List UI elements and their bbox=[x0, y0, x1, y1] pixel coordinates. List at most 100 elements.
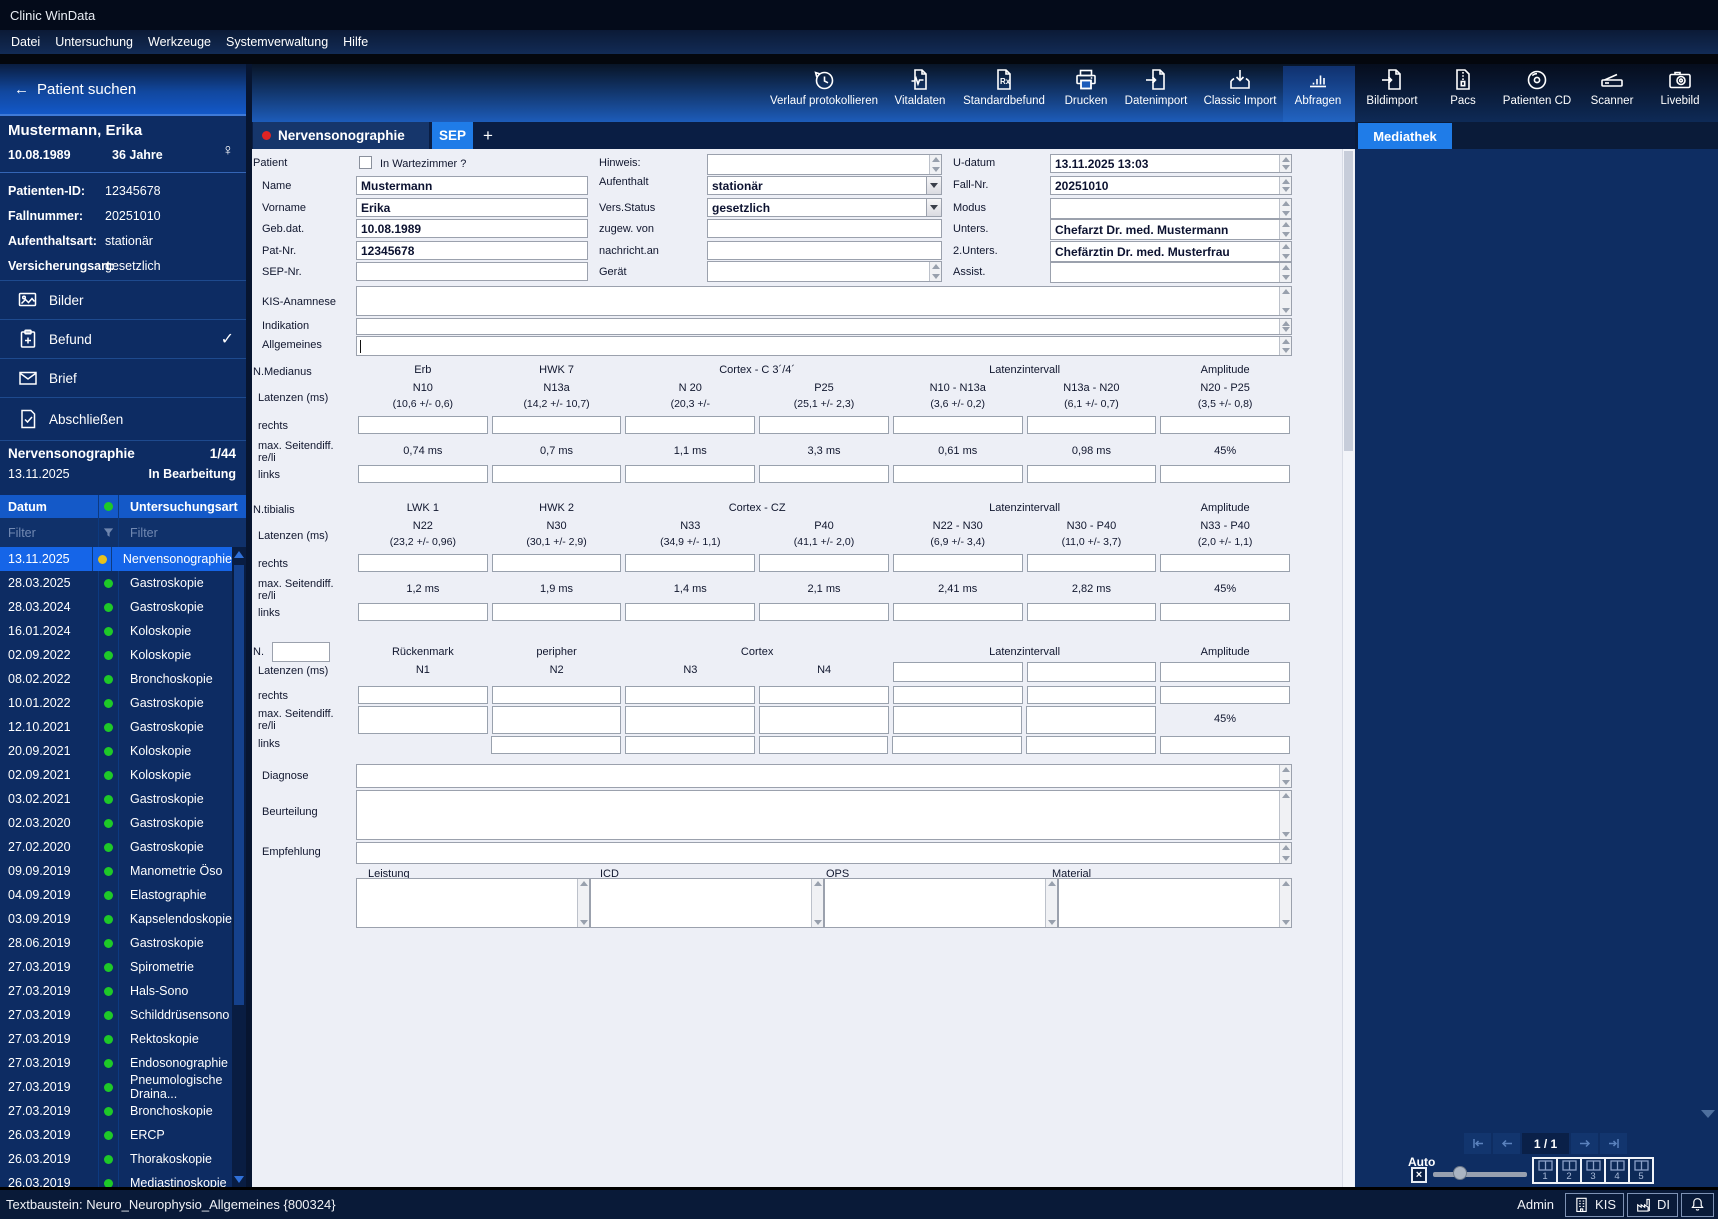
filter-date-input[interactable]: Filter bbox=[0, 518, 99, 547]
nerve-name-input[interactable] bbox=[272, 642, 330, 662]
scroll-up-icon[interactable] bbox=[234, 551, 244, 558]
value-input[interactable] bbox=[358, 554, 488, 572]
exam-list-scrollbar[interactable] bbox=[232, 547, 246, 1187]
prev-page-button[interactable] bbox=[1493, 1133, 1520, 1154]
value-input[interactable] bbox=[892, 706, 1023, 734]
value-input[interactable] bbox=[358, 465, 488, 483]
menu-item[interactable]: Datei bbox=[8, 33, 43, 51]
livebild-button[interactable]: Livebild bbox=[1632, 67, 1718, 107]
exam-list-row[interactable]: 28.06.2019 Gastroskopie bbox=[0, 931, 232, 955]
value-input[interactable] bbox=[491, 603, 622, 621]
exam-list-row[interactable]: 04.09.2019 Elastographie bbox=[0, 883, 232, 907]
value-input[interactable] bbox=[759, 554, 889, 572]
value-input[interactable] bbox=[358, 686, 488, 704]
scrollbar-control[interactable] bbox=[811, 879, 823, 927]
exam-list-row[interactable]: 13.11.2025 Nervensonographie bbox=[0, 547, 232, 571]
zoom-slider-track[interactable] bbox=[1433, 1172, 1527, 1177]
modus-field[interactable] bbox=[1050, 198, 1292, 219]
sidebar-item-befund[interactable]: Befund ✓ bbox=[0, 319, 246, 358]
value-input[interactable] bbox=[1026, 603, 1157, 621]
spin-up-icon[interactable] bbox=[931, 157, 940, 162]
exam-list-row[interactable]: 27.03.2019 Pneumologische Draina... bbox=[0, 1073, 232, 1101]
di-button[interactable]: DI bbox=[1627, 1192, 1678, 1217]
layout-thumbnail-button[interactable]: 1 bbox=[1534, 1159, 1558, 1182]
spinner-control[interactable] bbox=[1279, 765, 1291, 787]
value-input[interactable] bbox=[625, 465, 756, 483]
scrollbar-control[interactable] bbox=[1045, 879, 1057, 927]
exam-list-row[interactable]: 28.03.2025 Gastroskopie bbox=[0, 571, 232, 595]
value-input[interactable] bbox=[892, 416, 1023, 434]
exam-list-row[interactable]: 26.03.2019 Mediastinoskopie bbox=[0, 1171, 232, 1187]
ops-field[interactable] bbox=[824, 878, 1058, 928]
value-input[interactable] bbox=[624, 736, 755, 754]
exam-list-row[interactable]: 27.03.2019 Schilddrüsensono bbox=[0, 1003, 232, 1027]
exam-list-row[interactable]: 03.09.2019 Kapselendoskopie bbox=[0, 907, 232, 931]
value-input[interactable] bbox=[892, 686, 1023, 704]
spinner-control[interactable] bbox=[1279, 177, 1291, 194]
first-page-button[interactable] bbox=[1464, 1133, 1491, 1154]
sidebar-item-abschliessen[interactable]: Abschließen bbox=[0, 397, 246, 440]
exam-list-row[interactable]: 02.09.2022 Koloskopie bbox=[0, 643, 232, 667]
empfehlung-field[interactable] bbox=[356, 842, 1292, 864]
column-header-datum[interactable]: Datum bbox=[0, 495, 99, 518]
tab-sep[interactable]: SEP bbox=[432, 122, 473, 149]
value-input[interactable] bbox=[491, 686, 622, 704]
exam-list-row[interactable]: 03.02.2021 Gastroskopie bbox=[0, 787, 232, 811]
exam-list-row[interactable]: 09.09.2019 Manometrie Öso bbox=[0, 859, 232, 883]
spinner-control[interactable] bbox=[1279, 843, 1291, 863]
zugewvon-field[interactable] bbox=[707, 219, 942, 238]
spinner-control[interactable] bbox=[1279, 287, 1291, 315]
verlauf-protokollieren-button[interactable]: Verlauf protokollieren bbox=[759, 67, 889, 107]
scrollbar-control[interactable] bbox=[1279, 879, 1291, 927]
value-input[interactable] bbox=[1026, 416, 1157, 434]
gebdat-field[interactable]: 10.08.1989 bbox=[356, 219, 588, 238]
column-header-untersuchungsart[interactable]: Untersuchungsart bbox=[119, 500, 246, 514]
allgemeines-field[interactable] bbox=[356, 336, 1292, 356]
value-input[interactable] bbox=[1160, 416, 1290, 434]
tab-mediathek[interactable]: Mediathek bbox=[1358, 123, 1452, 149]
exam-list-row[interactable]: 27.03.2019 Bronchoskopie bbox=[0, 1099, 232, 1123]
spinner-control[interactable] bbox=[1279, 220, 1291, 239]
menu-item[interactable]: Untersuchung bbox=[52, 33, 136, 51]
patient-suchen-button[interactable]: ← Patient suchen bbox=[0, 64, 246, 116]
sepnr-field[interactable] bbox=[356, 262, 588, 281]
exam-list-row[interactable]: 20.09.2021 Koloskopie bbox=[0, 739, 232, 763]
value-input[interactable] bbox=[491, 736, 621, 754]
dropdown-arrow-icon[interactable] bbox=[926, 177, 941, 194]
spin-down-icon[interactable] bbox=[931, 167, 940, 172]
datenimport-button[interactable]: Datenimport bbox=[1108, 67, 1204, 107]
value-input[interactable] bbox=[1026, 554, 1157, 572]
value-input[interactable] bbox=[892, 554, 1023, 572]
value-input[interactable] bbox=[759, 706, 889, 734]
value-input[interactable] bbox=[491, 706, 622, 734]
kis-anamnese-field[interactable] bbox=[356, 286, 1292, 316]
wartezimmer-checkbox[interactable] bbox=[359, 156, 372, 169]
exam-list-row[interactable]: 02.03.2020 Gastroskopie bbox=[0, 811, 232, 835]
exam-list-row[interactable]: 27.03.2019 Spirometrie bbox=[0, 955, 232, 979]
spinner-control[interactable] bbox=[1279, 242, 1291, 261]
value-input[interactable] bbox=[625, 554, 756, 572]
assist-field[interactable] bbox=[1050, 262, 1292, 283]
value-input[interactable] bbox=[759, 686, 889, 704]
value-input[interactable] bbox=[1026, 686, 1157, 704]
exam-list-row[interactable]: 26.03.2019 ERCP bbox=[0, 1123, 232, 1147]
value-input[interactable] bbox=[358, 416, 488, 434]
value-input[interactable] bbox=[1160, 736, 1290, 754]
value-input[interactable] bbox=[358, 603, 488, 621]
spinner-control[interactable] bbox=[1279, 199, 1291, 218]
sidebar-item-bilder[interactable]: Bilder bbox=[0, 280, 246, 319]
dropdown-arrow-icon[interactable] bbox=[926, 199, 941, 216]
material-field[interactable] bbox=[1058, 878, 1292, 928]
leistung-field[interactable] bbox=[356, 878, 590, 928]
value-input[interactable] bbox=[893, 662, 1023, 682]
exam-list-row[interactable]: 26.03.2019 Thorakoskopie bbox=[0, 1147, 232, 1171]
value-input[interactable] bbox=[358, 706, 488, 734]
udatum-field[interactable]: 13.11.2025 13:03 bbox=[1050, 154, 1292, 173]
form-scrollbar[interactable] bbox=[1342, 149, 1354, 1187]
value-input[interactable] bbox=[625, 416, 756, 434]
vorname-field[interactable]: Erika bbox=[356, 198, 588, 217]
aufenthalt-dropdown[interactable]: stationär bbox=[707, 176, 942, 195]
layout-thumbnail-button[interactable]: 3 bbox=[1582, 1159, 1606, 1182]
value-input[interactable] bbox=[491, 465, 622, 483]
value-input[interactable] bbox=[759, 416, 889, 434]
